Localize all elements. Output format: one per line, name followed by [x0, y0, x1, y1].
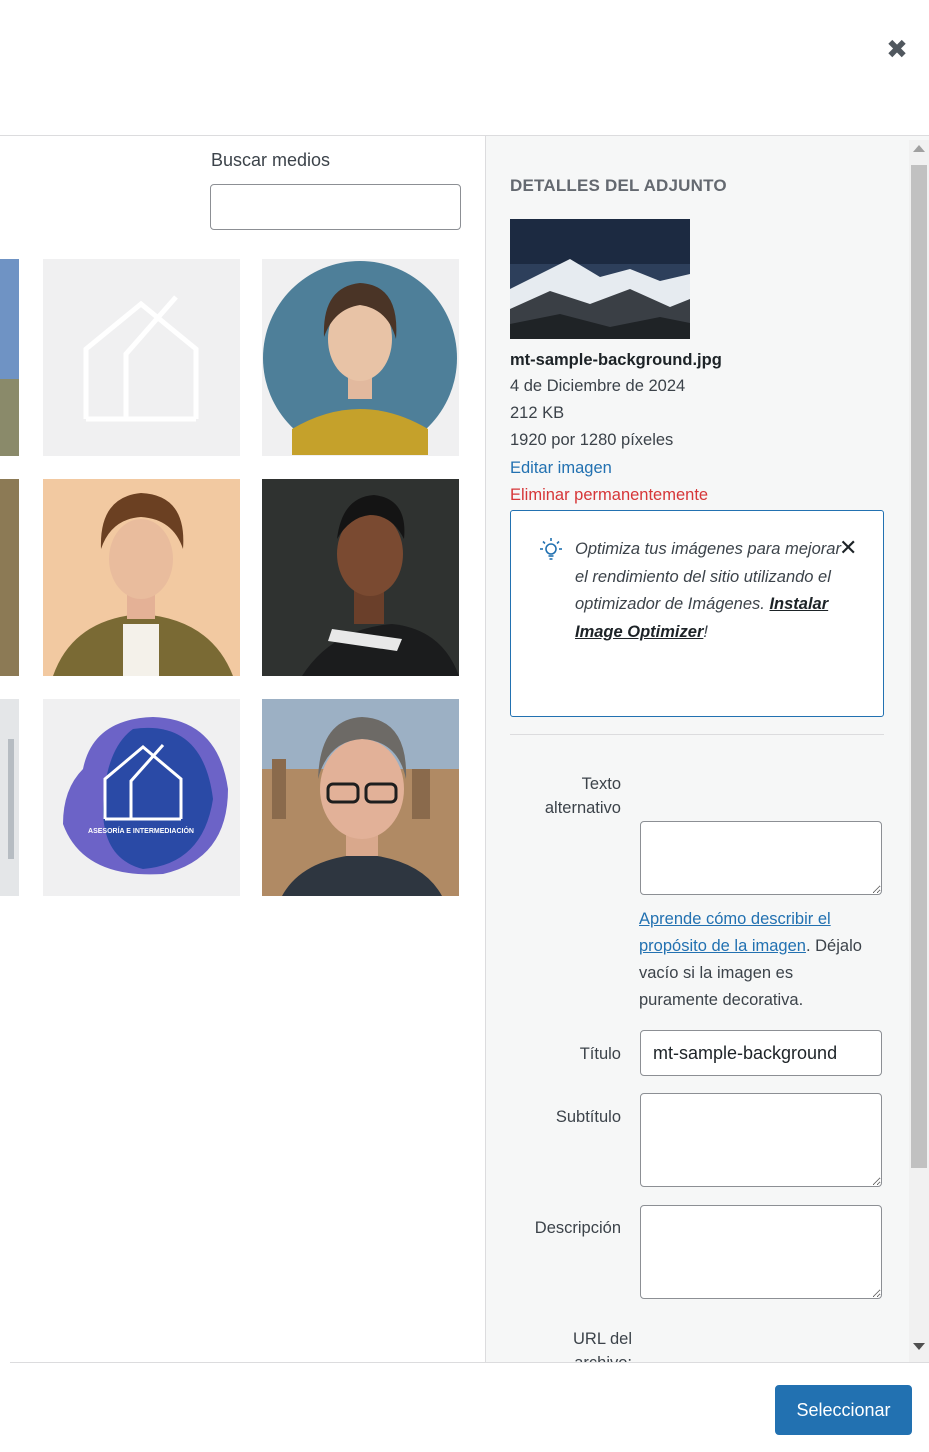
media-item-placeholder-house[interactable]: [43, 259, 240, 456]
media-item-asesoria-logo[interactable]: ASESORÍA E INTERMEDIACIÓN: [43, 699, 240, 896]
media-item-older-man[interactable]: [262, 699, 459, 896]
modal-footer-divider: [10, 1362, 929, 1363]
image-optimizer-notice: Optimiza tus imágenes para mejorar el re…: [510, 510, 884, 717]
search-input[interactable]: [210, 184, 461, 230]
description-field[interactable]: [640, 1205, 882, 1299]
file-url-label: URL del archivo:: [573, 1330, 632, 1362]
description-label: Descripción: [534, 1219, 621, 1237]
title-field[interactable]: [640, 1030, 882, 1076]
attachment-filename: mt-sample-background.jpg: [510, 351, 722, 369]
caption-label: Subtítulo: [555, 1108, 621, 1126]
url-label-container: URL del archivo:: [486, 1327, 929, 1362]
alt-text-field[interactable]: [640, 821, 882, 895]
scroll-up-arrow-icon[interactable]: [913, 145, 925, 152]
scroll-down-arrow-icon[interactable]: [913, 1343, 925, 1350]
partial-thumbnail[interactable]: [0, 259, 19, 456]
attachment-date: 4 de Diciembre de 2024: [510, 377, 686, 395]
partial-thumbnail[interactable]: [0, 699, 19, 896]
attachment-dimensions: 1920 por 1280 píxeles: [510, 431, 674, 449]
attachment-details-heading: DETALLES DEL ADJUNTO: [510, 176, 727, 195]
media-item-smiling-man[interactable]: [262, 479, 459, 676]
media-modal: ✖ Buscar medios ASESORÍA E INTERMEDIACIÓ…: [0, 0, 929, 1452]
close-icon[interactable]: ✖: [884, 36, 910, 62]
partial-thumbnail[interactable]: [0, 479, 19, 676]
search-label: Buscar medios: [211, 150, 331, 170]
sidebar-scrollbar-thumb[interactable]: [911, 165, 927, 1168]
attachment-preview-image: [510, 219, 690, 339]
edit-image-link[interactable]: Editar imagen: [510, 459, 612, 478]
dismiss-notice-icon[interactable]: ✕: [839, 537, 857, 559]
notice-text: Optimiza tus imágenes para mejorar el re…: [575, 536, 845, 646]
delete-permanently-link[interactable]: Eliminar permanentemente: [510, 486, 708, 505]
lightbulb-icon: [539, 537, 563, 561]
media-item-woman-portrait[interactable]: [262, 259, 459, 456]
attachment-filesize: 212 KB: [510, 404, 565, 422]
caption-field[interactable]: [640, 1093, 882, 1187]
media-item-curly-man[interactable]: [43, 479, 240, 676]
alt-text-label: Texto alternativo: [544, 775, 621, 817]
sidebar-divider: [510, 734, 884, 735]
svg-text:ASESORÍA E INTERMEDIACIÓN: ASESORÍA E INTERMEDIACIÓN: [88, 826, 194, 835]
notice-exclamation: !: [703, 622, 708, 641]
title-label: Título: [579, 1045, 621, 1063]
select-button[interactable]: Seleccionar: [775, 1385, 912, 1435]
help-period: .: [805, 937, 811, 955]
describe-image-purpose-link[interactable]: Aprende cómo describir el propósito de l…: [639, 910, 831, 955]
alt-text-help: Aprende cómo describir el propósito de l…: [639, 906, 875, 1014]
